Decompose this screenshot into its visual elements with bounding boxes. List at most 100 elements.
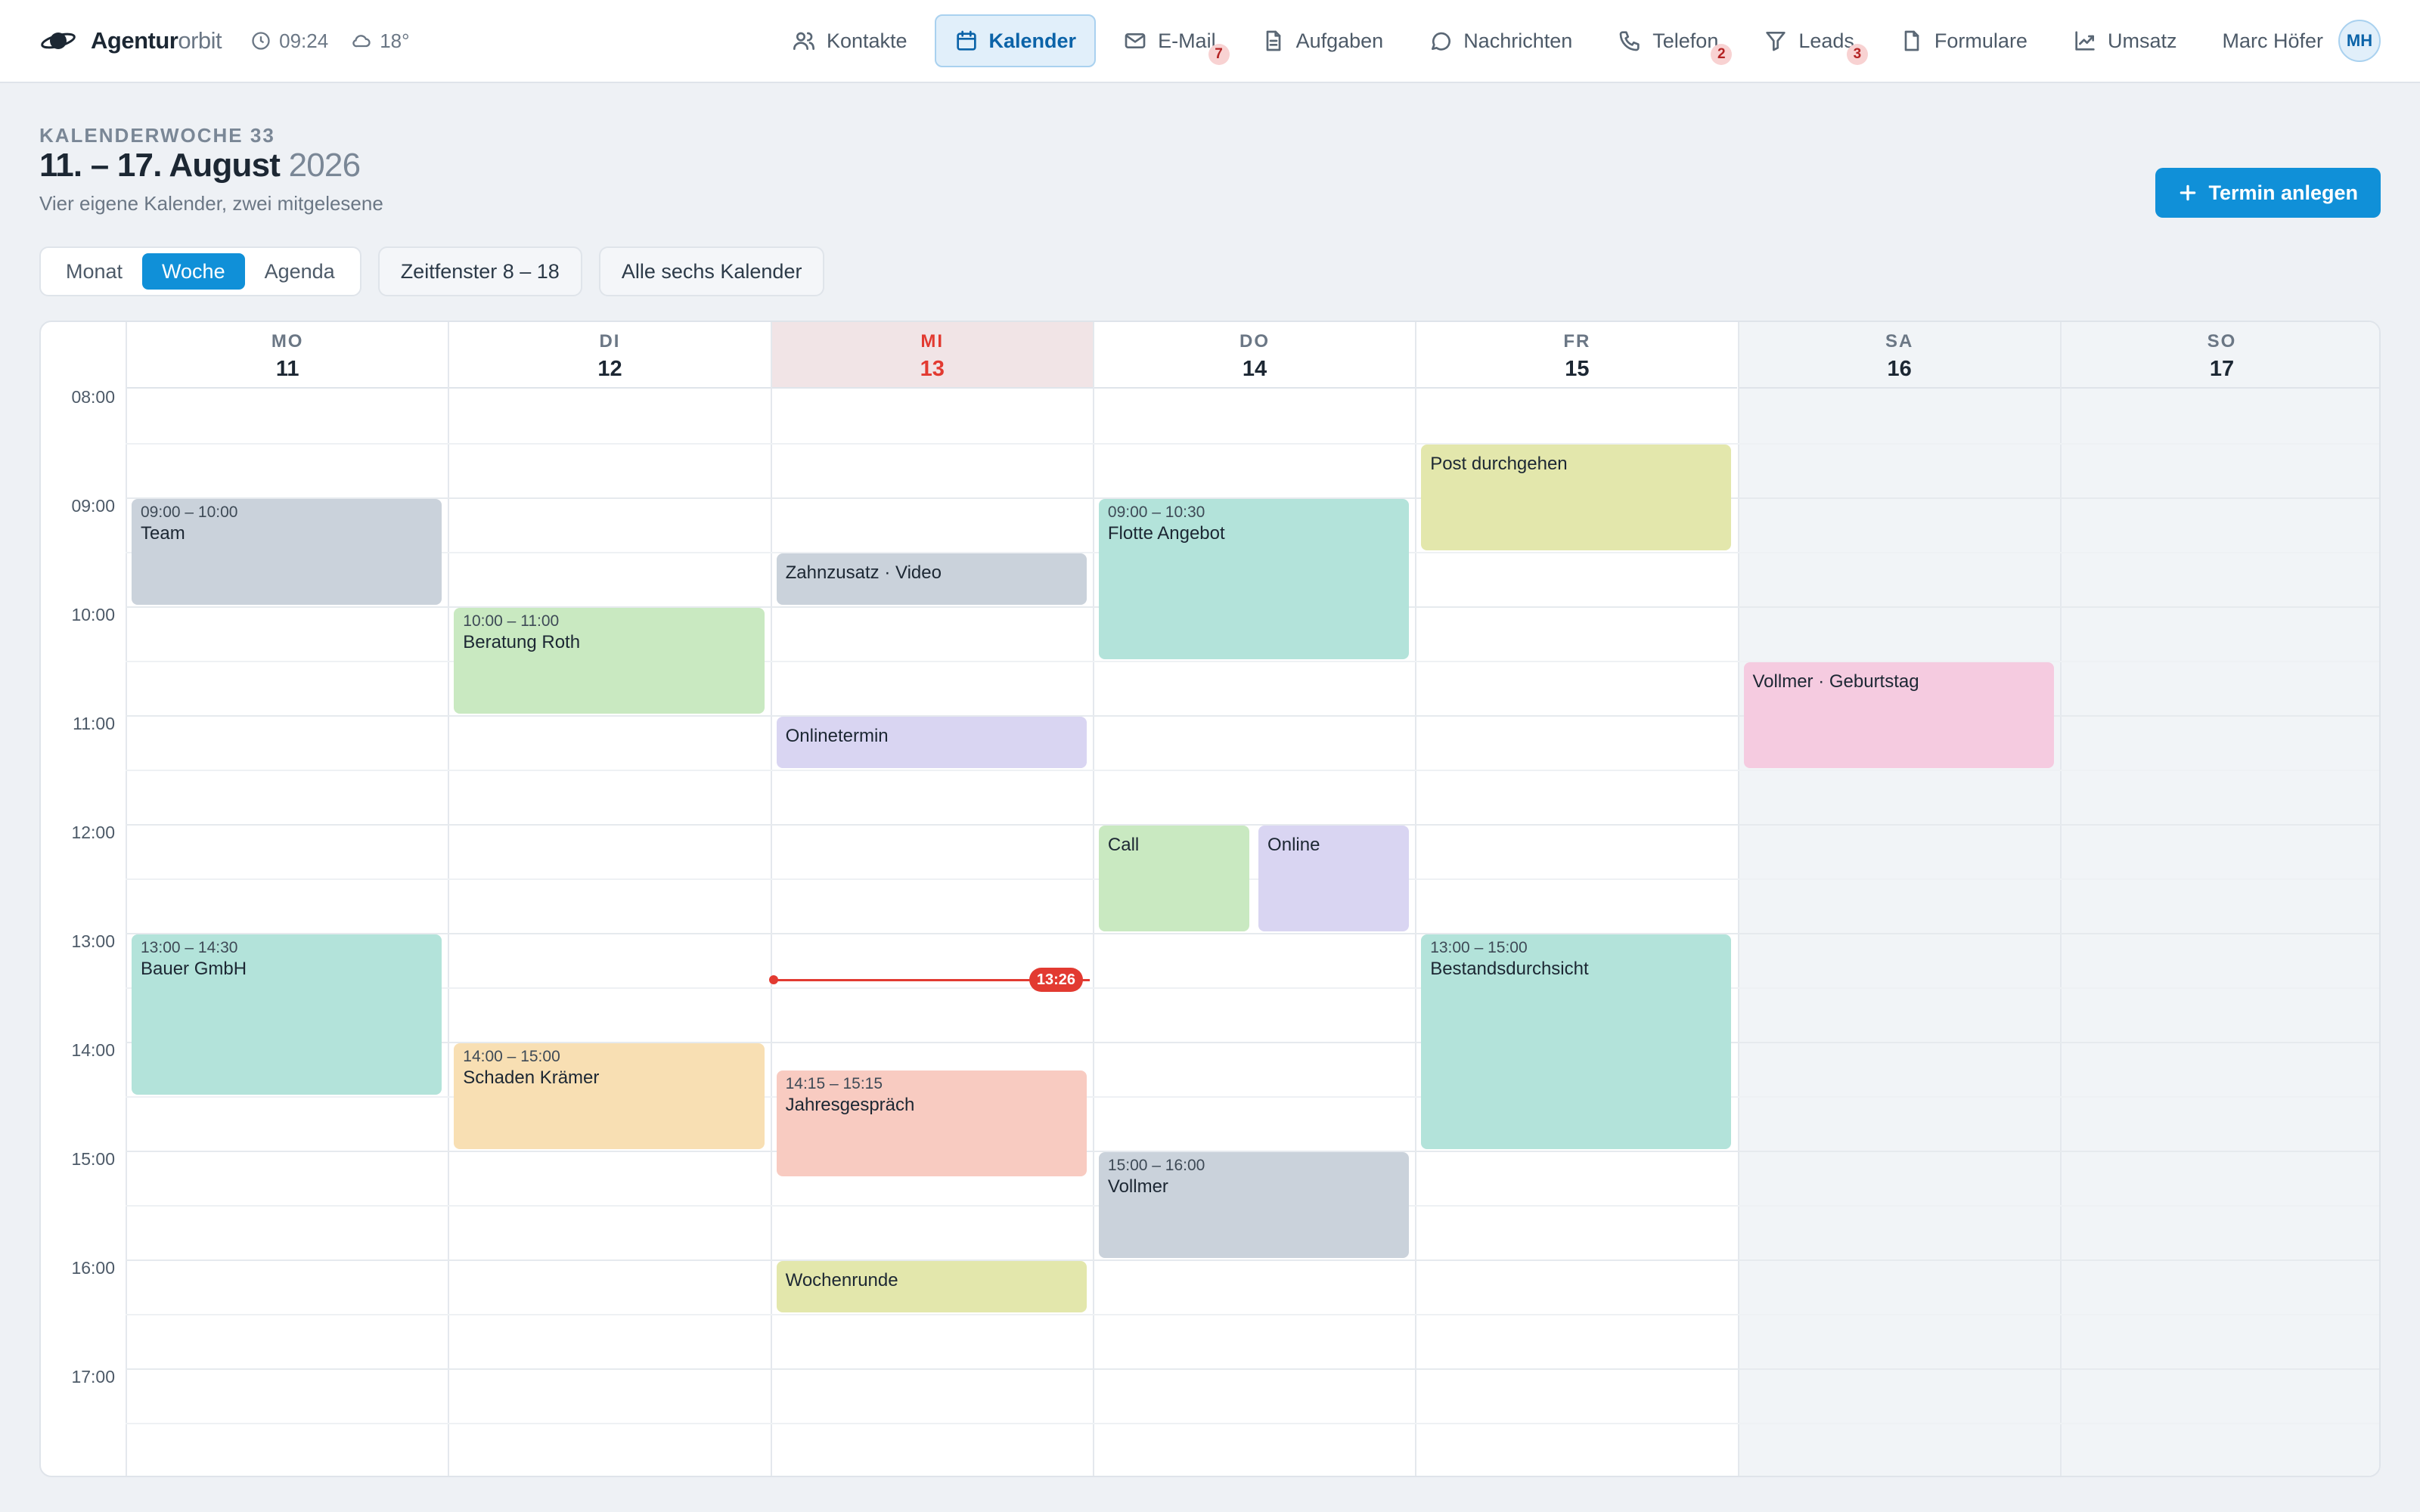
day-of-week: FR <box>1563 331 1591 352</box>
user-menu[interactable]: Marc Höfer MH <box>2222 20 2381 62</box>
app-name: Agenturorbit <box>91 27 222 54</box>
day-column-so: SO 17 <box>2059 322 2379 1476</box>
nav-label: Kalender <box>988 29 1077 52</box>
day-number: 17 <box>2209 357 2235 381</box>
half-hour-gridline <box>126 1423 2379 1424</box>
event-title: Zahnzusatz · Video <box>785 562 942 583</box>
day-number: 16 <box>1887 357 1912 381</box>
plus-icon <box>2180 184 2196 201</box>
nav-label: Umsatz <box>2107 29 2177 52</box>
event-time: 15:00 – 16:00 <box>1107 1157 1205 1174</box>
calendar-event[interactable]: 13:00 – 14:30 Bauer GmbH <box>132 934 442 1095</box>
day-number: 14 <box>1242 357 1267 381</box>
week-calendar: MO 11 DI 12 MI 13 DO 14 FR 15 SA 16 SO 17 08:00 09:00 10… <box>39 321 2381 1477</box>
time-label: 11:00 <box>73 714 115 733</box>
create-appointment-button[interactable]: Termin anlegen <box>2155 168 2381 218</box>
day-number: 15 <box>1565 357 1590 381</box>
nav-kalender[interactable]: Kalender <box>934 14 1097 67</box>
nav-label: Formulare <box>1934 29 2028 52</box>
planet-logo-icon <box>39 27 77 54</box>
event-title: Online <box>1267 835 1320 855</box>
calendar-event[interactable]: 14:00 – 15:00 Schaden Krämer <box>454 1043 765 1149</box>
app-name-bold: Agentur <box>91 27 178 54</box>
event-time: 10:00 – 11:00 <box>463 612 560 630</box>
view-agenda[interactable]: Agenda <box>245 253 355 290</box>
time-window-filter[interactable]: Zeitfenster 8 – 18 <box>377 246 582 296</box>
event-title: Jahresgespräch <box>785 1095 915 1115</box>
calendar-filter[interactable]: Alle sechs Kalender <box>598 246 825 296</box>
half-hour-gridline <box>126 770 2379 771</box>
event-title: Call <box>1107 835 1140 855</box>
day-of-week: MO <box>271 331 304 352</box>
nav-umsatz[interactable]: Umsatz <box>2055 14 2195 67</box>
day-header[interactable]: SO 17 <box>2061 322 2379 389</box>
filter-icon <box>1766 32 1786 51</box>
calendar-event[interactable]: 09:00 – 10:30 Flotte Angebot <box>1098 499 1410 659</box>
nav-telefon[interactable]: Telefon 2 <box>1599 14 1736 67</box>
half-hour-gridline <box>126 1314 2379 1315</box>
calendar-icon <box>956 30 976 51</box>
calendar-event[interactable]: Vollmer · Geburtstag <box>1743 662 2054 768</box>
calendar-event[interactable]: Post durchgehen <box>1421 445 1732 550</box>
time-label: 13:00 <box>71 931 115 951</box>
event-title: Wochenrunde <box>785 1270 898 1290</box>
day-of-week: SO <box>2207 331 2237 352</box>
week-label: KALENDERWOCHE 33 <box>39 124 275 147</box>
day-header[interactable]: MO 11 <box>127 322 448 389</box>
nav-kontakte[interactable]: Kontakte <box>774 14 926 67</box>
calendar-event[interactable]: Onlinetermin <box>776 717 1087 768</box>
day-number: 12 <box>597 357 622 381</box>
nav-label: Leads <box>1798 29 1854 52</box>
view-switcher: Monat Woche Agenda <box>39 246 361 296</box>
calendar-event[interactable]: Wochenrunde <box>776 1261 1087 1312</box>
phone-icon <box>1619 31 1640 51</box>
event-title: Team <box>141 523 185 544</box>
calendar-event[interactable]: 10:00 – 11:00 Beratung Roth <box>454 608 765 714</box>
event-time: 14:15 – 15:15 <box>785 1075 883 1092</box>
main-nav: Kontakte Kalender E-Mail 7 Aufgaben Nach… <box>774 14 2381 67</box>
calendar-event[interactable]: 13:00 – 15:00 Bestandsdurchsicht <box>1421 934 1732 1149</box>
day-header[interactable]: DO 14 <box>1094 322 1416 389</box>
event-time: 09:00 – 10:00 <box>141 503 238 521</box>
hour-gridline <box>126 824 2379 826</box>
time-label: 09:00 <box>71 496 115 516</box>
year: 2026 <box>288 147 361 184</box>
day-header[interactable]: DI 12 <box>449 322 771 389</box>
calendar-event[interactable]: Call <box>1098 826 1250 931</box>
event-time: 13:00 – 14:30 <box>141 939 238 956</box>
document-icon <box>1266 30 1280 51</box>
nav-leads[interactable]: Leads 3 <box>1745 14 1872 67</box>
day-header[interactable]: SA 16 <box>1739 322 2060 389</box>
event-title: Flotte Angebot <box>1107 523 1225 544</box>
app-logo[interactable]: Agenturorbit <box>39 27 222 54</box>
nav-nachrichten[interactable]: Nachrichten <box>1410 14 1590 67</box>
day-column-sa: SA 16 <box>1737 322 2060 1476</box>
nav-aufgaben[interactable]: Aufgaben <box>1243 14 1402 67</box>
missed-calls-badge: 2 <box>1711 44 1733 65</box>
calendar-event[interactable]: 14:15 – 15:15 Jahresgespräch <box>776 1070 1087 1176</box>
view-month[interactable]: Monat <box>46 253 142 290</box>
user-name: Marc Höfer <box>2222 29 2323 52</box>
view-controls: Monat Woche Agenda Zeitfenster 8 – 18 Al… <box>39 246 825 296</box>
top-bar: Agenturorbit 09:24 18° Kontakte Kalender… <box>0 0 2420 83</box>
day-header[interactable]: FR 15 <box>1416 322 1738 389</box>
app-name-light: orbit <box>178 27 222 54</box>
users-icon <box>793 32 814 50</box>
view-week[interactable]: Woche <box>142 253 245 290</box>
nav-label: Aufgaben <box>1295 29 1384 52</box>
nav-label: Nachrichten <box>1463 29 1573 52</box>
clock-time: 09:24 <box>279 29 329 52</box>
calendar-event[interactable]: Zahnzusatz · Video <box>776 553 1087 605</box>
time-label: 10:00 <box>71 605 115 624</box>
nav-email[interactable]: E-Mail 7 <box>1105 14 1234 67</box>
calendar-event[interactable]: 09:00 – 10:00 Team <box>132 499 442 605</box>
calendar-event[interactable]: 15:00 – 16:00 Vollmer <box>1098 1152 1410 1258</box>
half-hour-gridline <box>126 878 2379 880</box>
day-header[interactable]: MI 13 <box>771 322 1093 389</box>
nav-formulare[interactable]: Formulare <box>1882 14 2046 67</box>
file-icon <box>1904 30 1919 51</box>
time-label: 08:00 <box>71 387 115 407</box>
event-title: Beratung Roth <box>463 632 581 652</box>
calendar-event[interactable]: Online <box>1258 826 1410 931</box>
clock: 09:24 <box>250 29 328 53</box>
